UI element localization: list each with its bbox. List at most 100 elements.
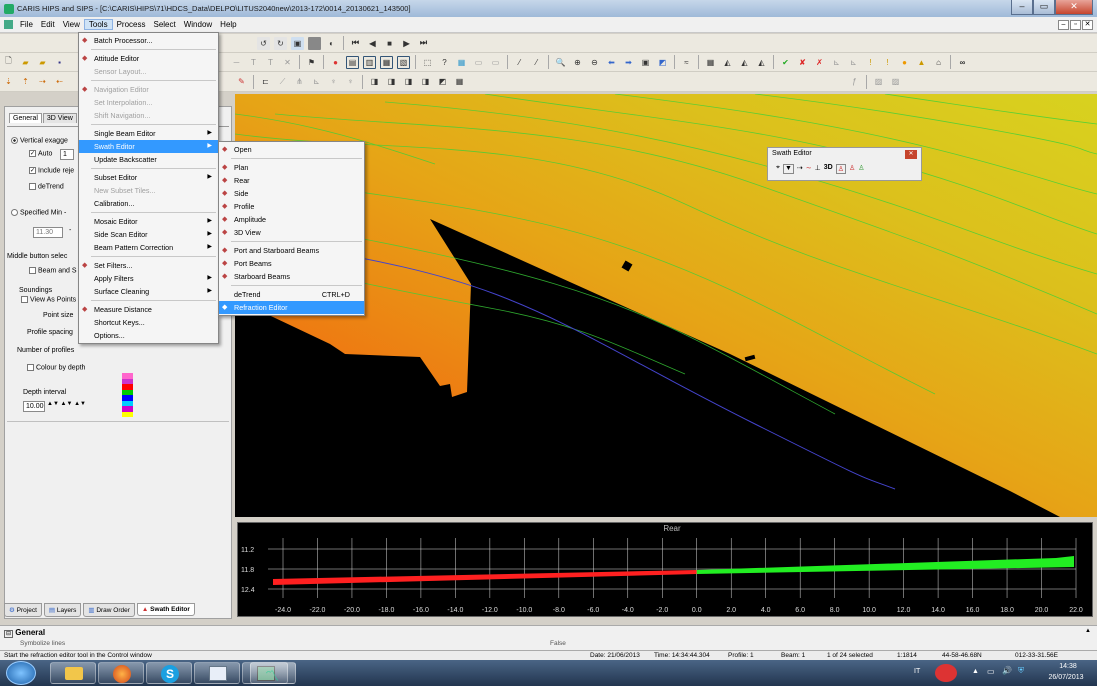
language-indicator[interactable]: IT — [914, 668, 920, 675]
save-icon[interactable]: ▪ — [53, 56, 66, 69]
feature-icon[interactable]: ▲ — [915, 56, 928, 69]
examine-2-icon[interactable]: ⊾ — [847, 56, 860, 69]
tools-menu-item-calibration[interactable]: Calibration... — [79, 197, 218, 210]
depth-spinners[interactable]: ▲▼ ▲▼ ▲▼ — [47, 401, 86, 407]
refresh-icon[interactable]: ◩ — [656, 56, 669, 69]
triangle-2-icon[interactable]: ◭ — [738, 56, 751, 69]
tool-a-icon[interactable]: ⇣ — [2, 75, 15, 88]
zoom-icon[interactable]: 🔍 — [554, 56, 567, 69]
rear-view-icon[interactable]: ▼ — [782, 164, 794, 174]
exclaim-icon[interactable]: ! — [864, 56, 877, 69]
grid-icon[interactable]: ▦ — [455, 56, 468, 69]
tools-menu-item-surface-cleaning[interactable]: Surface Cleaning ▶ — [79, 285, 218, 298]
mdi-minimize-button[interactable]: – — [1058, 19, 1069, 30]
rectangle-2-icon[interactable]: ▭ — [489, 56, 502, 69]
tools-menu-item-new-subset-tiles[interactable]: New Subset Tiles... — [79, 184, 218, 197]
rotate-back-icon[interactable]: ↻ — [274, 36, 287, 50]
auto-checkbox[interactable]: Auto — [29, 150, 52, 157]
window-layout-2-icon[interactable]: ▥ — [363, 55, 376, 69]
light-icon[interactable]: ◐ — [325, 37, 338, 50]
first-icon[interactable]: ⏮ — [349, 37, 362, 50]
side-view-icon[interactable]: ⇢ — [797, 164, 803, 174]
min-input[interactable]: 11.30 — [33, 227, 63, 238]
light-bulb-icon[interactable]: ● — [898, 56, 911, 69]
stop-icon[interactable]: ■ — [383, 37, 396, 50]
exag-input[interactable]: 1 — [60, 149, 74, 160]
maximize-button[interactable]: ▭ — [1033, 0, 1055, 15]
start-button[interactable] — [6, 661, 36, 685]
tool-j-icon[interactable]: ◨ — [385, 75, 398, 88]
binoculars-icon[interactable]: ∞ — [956, 56, 969, 69]
profile-tool-icon[interactable]: ⟋ — [276, 75, 289, 88]
reject-icon[interactable]: ✘ — [796, 56, 809, 69]
tools-menu-item-single-beam-editor[interactable]: Single Beam Editor ▶ — [79, 127, 218, 140]
taskbar-firefox[interactable] — [98, 662, 144, 684]
examine-icon[interactable]: ⊾ — [830, 56, 843, 69]
swath-menu-item-starboard-beams[interactable]: ◆ Starboard Beams — [219, 270, 364, 283]
function-icon[interactable]: ƒ — [848, 75, 861, 88]
network-icon[interactable]: ▭ — [987, 667, 995, 676]
tool-i-icon[interactable]: ◨ — [368, 75, 381, 88]
tools-menu-item-swath-editor[interactable]: Swath Editor ▶ — [79, 140, 218, 153]
collapse-icon[interactable]: ⊟ — [4, 630, 14, 638]
cross-tool-icon[interactable]: ✕ — [281, 56, 294, 69]
flag-icon[interactable]: ⚑ — [305, 56, 318, 69]
swath-menu-item-amplitude[interactable]: ◆ Amplitude — [219, 213, 364, 226]
swath-menu-item-refraction-editor[interactable]: ◆ Refraction Editor — [219, 301, 364, 314]
swath-menu-item-plan[interactable]: ◆ Plan — [219, 161, 364, 174]
swath-menu-item-open[interactable]: ◆ Open — [219, 143, 364, 156]
profile-view-icon[interactable]: ∼ — [806, 164, 812, 174]
previous-icon[interactable]: ◀ — [366, 37, 379, 50]
swath-menu-item-port-beams[interactable]: ◆ Port Beams — [219, 257, 364, 270]
minimize-button[interactable]: – — [1011, 0, 1033, 15]
slash-icon[interactable]: ⁄ — [513, 56, 526, 69]
tools-menu-item-navigation-editor[interactable]: ◆ Navigation Editor — [79, 83, 218, 96]
clock-time[interactable]: 14:38 — [1046, 663, 1090, 670]
measure-icon[interactable]: ⊏ — [259, 75, 272, 88]
swath-toolbar-close[interactable]: ✕ — [905, 150, 917, 159]
tools-menu-item-set-interpolation[interactable]: Set Interpolation... — [79, 96, 218, 109]
swath-menu-item-port-and-starboard-beams[interactable]: ◆ Port and Starboard Beams — [219, 244, 364, 257]
tool-e-icon[interactable]: ⋔ — [293, 75, 306, 88]
triangle-icon[interactable]: ◭ — [721, 56, 734, 69]
tool-g-icon[interactable]: ♆ — [327, 75, 340, 88]
wave-icon[interactable]: ≈ — [680, 56, 693, 69]
swath-menu-item-side[interactable]: ◆ Side — [219, 187, 364, 200]
tab-draw-order[interactable]: ▥ Draw Order — [83, 602, 135, 617]
window-layout-1-icon[interactable]: ▤ — [346, 55, 359, 69]
tools-menu-item-mosaic-editor[interactable]: Mosaic Editor ▶ — [79, 215, 218, 228]
menu-process[interactable]: Process — [113, 20, 150, 29]
tools-menu-item-apply-filters[interactable]: Apply Filters ▶ — [79, 272, 218, 285]
port-icon[interactable]: ♙ — [849, 164, 855, 174]
zoom-out-icon[interactable]: ⊖ — [588, 56, 601, 69]
tool-f-icon[interactable]: ⊾ — [310, 75, 323, 88]
pan-left-icon[interactable]: ⬅ — [605, 56, 618, 69]
zoom-in-icon[interactable]: ⊕ — [571, 56, 584, 69]
notification-icon[interactable] — [935, 664, 957, 682]
taskbar-app-1[interactable] — [194, 662, 240, 684]
feature-2-icon[interactable]: ⌂ — [932, 56, 945, 69]
tool-b-icon[interactable]: ⇡ — [19, 75, 32, 88]
mdi-restore-button[interactable]: ▫ — [1070, 19, 1081, 30]
slash-2-icon[interactable]: ⁄ — [530, 56, 543, 69]
exclaim-2-icon[interactable]: ! — [881, 56, 894, 69]
menu-window[interactable]: Window — [180, 20, 216, 29]
play-icon[interactable]: ▶ — [400, 37, 413, 50]
line-tool-icon[interactable]: ─ — [230, 56, 243, 69]
tools-menu-item-shortcut-keys[interactable]: Shortcut Keys... — [79, 316, 218, 329]
symbolize-lines-value[interactable]: False — [550, 640, 566, 647]
specified-min-radio[interactable]: Specified Min - — [11, 209, 66, 216]
swath-menu-item-3d-view[interactable]: ◆ 3D View — [219, 226, 364, 239]
rear-view-window[interactable]: Rear -24.0 -22.0 -20.0 -18.0 -16.0 -14.0 -12.0… — [237, 522, 1093, 617]
tool-o-icon[interactable]: ▨ — [872, 75, 885, 88]
taskbar-explorer[interactable] — [50, 662, 96, 684]
tool-k-icon[interactable]: ◨ — [402, 75, 415, 88]
taskbar-skype[interactable]: S — [146, 662, 192, 684]
tools-menu-item-update-backscatter[interactable]: Update Backscatter — [79, 153, 218, 166]
open-icon[interactable]: ▰ — [36, 56, 49, 69]
query-icon[interactable]: ? — [438, 56, 451, 69]
last-icon[interactable]: ⏭ — [417, 37, 430, 50]
text-tool-2-icon[interactable]: T — [264, 56, 277, 69]
rotate-icon[interactable]: ↺ — [257, 36, 270, 50]
swath-menu-item-rear[interactable]: ◆ Rear — [219, 174, 364, 187]
